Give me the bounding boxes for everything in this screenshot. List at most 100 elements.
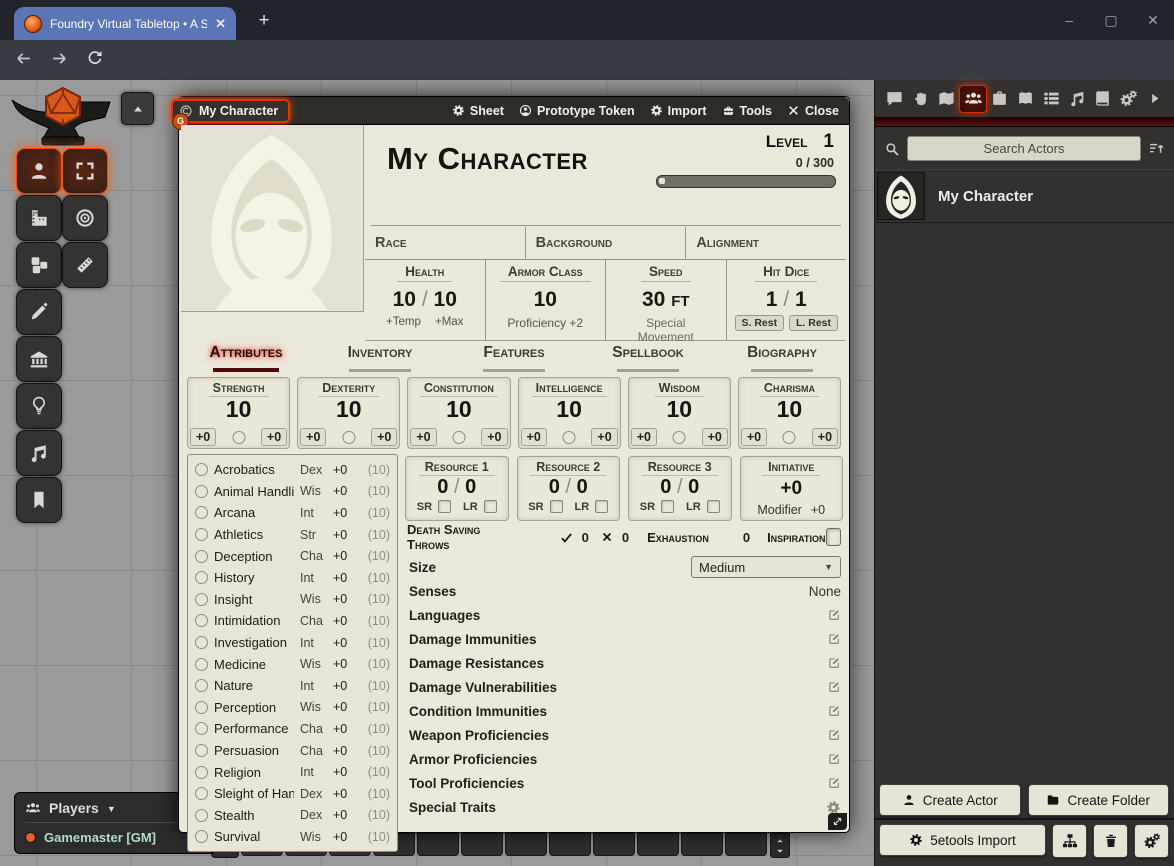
macro-slot[interactable] (417, 833, 459, 856)
ability-score[interactable]: 10 (519, 398, 620, 421)
lighting-tool-button[interactable] (16, 383, 62, 429)
sort-filter-icon[interactable] (1148, 140, 1165, 157)
skill-proficiency-toggle[interactable] (195, 528, 208, 541)
sheet-prototype-token-button[interactable]: Prototype Token (519, 104, 635, 118)
edit-icon[interactable] (827, 776, 841, 790)
ability-score[interactable]: 10 (298, 398, 399, 421)
sidebar-tab-scenes[interactable] (933, 86, 959, 112)
ability-charisma[interactable]: Charisma10+0+0 (738, 377, 841, 449)
skill-row[interactable]: StealthDex+0(10) (195, 805, 390, 827)
skill-proficiency-toggle[interactable] (195, 593, 208, 606)
level-value[interactable]: 1 (823, 131, 834, 153)
ability-save-mod[interactable]: +0 (521, 428, 547, 446)
target-tool-button[interactable] (62, 195, 108, 241)
ability-modifier[interactable]: +0 (591, 428, 617, 446)
skill-proficiency-toggle[interactable] (195, 787, 208, 800)
death-fail-count[interactable]: 0 (622, 530, 629, 545)
sidebar-tab-playlists[interactable] (1064, 86, 1090, 112)
sidebar-tab-collapse[interactable] (1141, 86, 1167, 112)
edit-icon[interactable] (827, 680, 841, 694)
drawing-tool-button[interactable] (16, 289, 62, 335)
macro-slot[interactable] (725, 833, 767, 856)
hit-dice-value[interactable]: 1 / 1 (727, 288, 847, 312)
sidebar-tab-actors[interactable] (959, 85, 987, 113)
edit-icon[interactable] (827, 608, 841, 622)
skill-modifier[interactable]: +0 (333, 744, 356, 758)
sr-checkbox[interactable] (661, 500, 674, 513)
special-movement-link[interactable]: Special Movement (606, 316, 726, 344)
proficiency-toggle[interactable] (342, 431, 355, 444)
speed-stat[interactable]: Speed 30 ft Special Movement (605, 259, 726, 340)
character-portrait[interactable] (181, 125, 364, 312)
sidebar-tab-combat[interactable] (908, 86, 934, 112)
tab-biography[interactable]: Biography (715, 344, 849, 374)
skill-row[interactable]: PersuasionCha+0(10) (195, 740, 390, 762)
xp-text[interactable]: 0 / 300 (796, 156, 834, 170)
close-window-button[interactable]: ✕ (1132, 12, 1174, 29)
ability-score[interactable]: 10 (739, 398, 840, 421)
death-fail-icon[interactable] (601, 531, 613, 543)
resource-value[interactable]: 0 / 0 (406, 477, 508, 497)
ability-constitution[interactable]: Constitution10+0+0 (407, 377, 510, 449)
create-folder-button[interactable]: Create Folder (1028, 784, 1170, 816)
edit-icon[interactable] (827, 656, 841, 670)
sheet-tools-button[interactable]: Tools (722, 104, 772, 118)
skill-proficiency-toggle[interactable] (195, 658, 208, 671)
skill-modifier[interactable]: +0 (333, 571, 356, 585)
skill-modifier[interactable]: +0 (333, 592, 356, 606)
ability-dexterity[interactable]: Dexterity10+0+0 (297, 377, 400, 449)
reload-icon[interactable] (86, 49, 104, 67)
maximize-button[interactable]: ▢ (1090, 12, 1132, 29)
ac-stat[interactable]: Armor Class 10 Proficiency +2 (485, 259, 606, 340)
ability-save-mod[interactable]: +0 (631, 428, 657, 446)
skill-row[interactable]: DeceptionCha+0(10) (195, 545, 390, 567)
skill-proficiency-toggle[interactable] (195, 485, 208, 498)
sr-checkbox[interactable] (438, 500, 451, 513)
initiative-modifier-row[interactable]: Modifier+0 (741, 503, 843, 517)
skill-proficiency-toggle[interactable] (195, 744, 208, 757)
skill-row[interactable]: NatureInt+0(10) (195, 675, 390, 697)
actor-list-item[interactable]: My Character (875, 169, 1174, 223)
ability-modifier[interactable]: +0 (702, 428, 728, 446)
hotbar-page-up-icon[interactable] (775, 836, 785, 846)
window-resize-handle[interactable] (828, 813, 847, 830)
sr-checkbox[interactable] (550, 500, 563, 513)
macro-slot[interactable] (505, 833, 547, 856)
skill-modifier[interactable]: +0 (333, 614, 356, 628)
death-success-icon[interactable] (560, 531, 573, 544)
tab-inventory[interactable]: Inventory (313, 344, 447, 374)
size-select[interactable]: Medium▼ (691, 556, 841, 578)
tab-spellbook[interactable]: Spellbook (581, 344, 715, 374)
macro-slot[interactable] (593, 833, 635, 856)
hotbar-page-down-icon[interactable] (775, 846, 785, 856)
ability-save-mod[interactable]: +0 (741, 428, 767, 446)
sheet-close-button[interactable]: Close (787, 104, 839, 118)
skill-row[interactable]: SurvivalWis+0(10) (195, 826, 390, 848)
edit-icon[interactable] (827, 728, 841, 742)
ability-score[interactable]: 10 (408, 398, 509, 421)
lr-checkbox[interactable] (707, 500, 720, 513)
skill-modifier[interactable]: +0 (333, 679, 356, 693)
skill-modifier[interactable]: +0 (333, 808, 356, 822)
skill-row[interactable]: MedicineWis+0(10) (195, 653, 390, 675)
death-success-count[interactable]: 0 (582, 530, 589, 545)
search-input[interactable] (907, 136, 1141, 161)
5etools-import-button[interactable]: 5etools Import (879, 824, 1046, 856)
skill-proficiency-toggle[interactable] (195, 614, 208, 627)
skill-row[interactable]: InsightWis+0(10) (195, 589, 390, 611)
tab-features[interactable]: Features (447, 344, 581, 374)
race-field[interactable]: Race (365, 227, 525, 259)
exhaustion-value[interactable]: 0 (743, 530, 750, 545)
skill-modifier[interactable]: +0 (333, 787, 356, 801)
skill-proficiency-toggle[interactable] (195, 463, 208, 476)
skill-modifier[interactable]: +0 (333, 636, 356, 650)
skill-modifier[interactable]: +0 (333, 830, 356, 844)
skill-modifier[interactable]: +0 (333, 506, 356, 520)
controls-collapse-button[interactable] (121, 92, 154, 125)
sheet-sheet-button[interactable]: Sheet (452, 104, 504, 118)
skill-modifier[interactable]: +0 (333, 484, 356, 498)
skill-proficiency-toggle[interactable] (195, 679, 208, 692)
measure-tool-button[interactable] (16, 195, 62, 241)
ability-score[interactable]: 10 (629, 398, 730, 421)
macro-slot[interactable] (461, 833, 503, 856)
